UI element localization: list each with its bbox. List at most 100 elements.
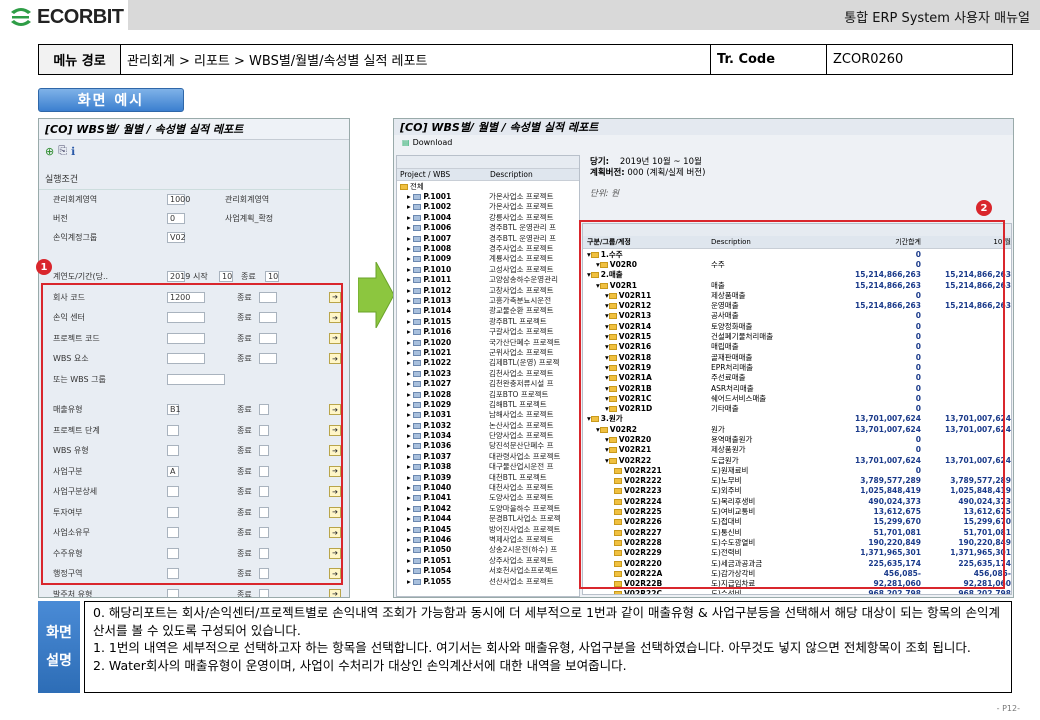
grid-row[interactable]: V02R22C 도)수선비 968,202,798 968,202,798 <box>583 589 1011 594</box>
tree-node-id: P.1022 <box>423 358 452 368</box>
project-icon <box>413 401 422 408</box>
tree-row[interactable]: ▸ P.1032 논산사업소 프로젝트 <box>397 420 579 430</box>
tree-node-desc: 경주사업소 프로젝트 <box>489 244 554 254</box>
tree-row[interactable]: ▸ P.1051 상주사업소 프로젝트 <box>397 555 579 565</box>
tree-row[interactable]: ▸ P.1039 대천BTL 프로젝트 <box>397 472 579 482</box>
tcode-value: ZCOR0260 <box>833 52 904 67</box>
tree-row[interactable]: ▸ P.1050 상송2시운전(하수) 프 <box>397 545 579 555</box>
tree-row[interactable]: ▸ P.1044 문경BTL사업소 프로젝 <box>397 514 579 524</box>
tree-node-id: P.1015 <box>423 316 452 326</box>
project-icon <box>413 412 422 419</box>
tree-node: ▸ P.1022 <box>407 358 452 368</box>
description-line-2: 2. Water회사의 매출유형이 운영이며, 사업이 수처리가 대상인 손익계… <box>93 657 627 673</box>
variant-icon[interactable]: ⎘ <box>58 144 67 158</box>
tree-node: ▸ P.1041 <box>407 493 452 503</box>
tree-row[interactable]: ▸ P.1031 남해사업소 프로젝트 <box>397 410 579 420</box>
select-field-label: 발주처 유형 <box>53 589 93 598</box>
tree-row[interactable]: ▸ P.1015 광주BTL 프로젝트 <box>397 316 579 326</box>
tree-row[interactable]: ▸ P.1038 대구물산업시운전 프 <box>397 462 579 472</box>
project-icon <box>413 464 422 471</box>
execute-icon[interactable]: ⊕ <box>45 145 54 158</box>
tree-row[interactable]: ▸ P.1008 경주사업소 프로젝트 <box>397 243 579 253</box>
project-icon <box>413 453 422 460</box>
tree-row[interactable]: ▸ P.1013 고흥가축분뇨시운전 <box>397 295 579 305</box>
tree-row[interactable]: ▸ P.1042 도양마을하수 프로젝트 <box>397 503 579 513</box>
field-desc: 사업계획_확정 <box>225 214 274 223</box>
tree-row[interactable]: ▸ P.1011 고양삼송하수운영관리 <box>397 275 579 285</box>
select-field-to[interactable] <box>259 588 269 597</box>
tree-row[interactable]: ▸ P.1014 광교물순환 프로젝트 <box>397 306 579 316</box>
tree-node: ▸ P.1038 <box>407 462 452 472</box>
download-icon: ▤ <box>402 137 410 147</box>
arrow-right-icon <box>358 262 394 328</box>
tree-node-desc: 대천사업소 프로젝트 <box>489 483 554 493</box>
field-input[interactable]: V02 <box>167 232 186 243</box>
tree-row[interactable]: ▸ P.1020 국가산단폐수 프로젝트 <box>397 337 579 347</box>
multiple-selection-icon[interactable]: ➔ <box>329 588 341 597</box>
tree-root[interactable]: 전체 <box>397 181 579 191</box>
project-icon <box>413 391 422 398</box>
tree-row[interactable]: ▸ P.1016 구갈사업소 프로젝트 <box>397 326 579 336</box>
tree-row[interactable]: ▸ P.1004 강릉사업소 프로젝트 <box>397 212 579 222</box>
field-input-2[interactable]: 10 <box>219 271 233 282</box>
folder-icon <box>614 591 622 594</box>
tree-node-id: P.1012 <box>423 285 452 295</box>
tree-node-id: P.1037 <box>423 451 452 461</box>
tree-node-id: P.1029 <box>423 399 452 409</box>
field-input[interactable]: 2019 <box>167 271 190 282</box>
tree-row[interactable]: ▸ P.1045 방어진사업소 프로젝트 <box>397 524 579 534</box>
tree-row[interactable]: ▸ P.1055 선산사업소 프로젝트 <box>397 576 579 586</box>
tree-row[interactable]: ▸ P.1028 김포BTO 프로젝트 <box>397 389 579 399</box>
tree-node: ▸ P.1014 <box>407 306 452 316</box>
description-label: 화면 설명 <box>38 601 80 693</box>
tree-row[interactable]: ▸ P.1029 김해BTL 프로젝트 <box>397 399 579 409</box>
tree-row[interactable]: ▸ P.1002 가온사업소 프로젝트 <box>397 202 579 212</box>
project-icon <box>413 277 422 284</box>
tree-node-id: P.1001 <box>423 192 452 202</box>
tree-row[interactable]: ▸ P.1027 김천완충저류시설 프 <box>397 378 579 388</box>
tree-node-desc: 남해사업소 프로젝트 <box>489 410 554 420</box>
tree-node: ▸ P.1021 <box>407 347 452 357</box>
tree-node-id: P.1028 <box>423 389 452 399</box>
project-icon <box>413 505 422 512</box>
tree-row[interactable]: ▸ P.1034 단양사업소 프로젝트 <box>397 430 579 440</box>
field-input-3[interactable]: 10 <box>265 271 279 282</box>
tree-row[interactable]: ▸ P.1036 당진석문산단폐수 프 <box>397 441 579 451</box>
tree-node: ▸ P.1054 <box>407 566 452 576</box>
tree-node-desc: 군위사업소 프로젝트 <box>489 347 554 357</box>
report-info: 당기: 2019년 10월 ~ 10월 계획버전: 000 (계획/실제 버전)… <box>590 157 705 200</box>
select-field-to-label: 종료 <box>237 589 252 598</box>
tree-node-desc: 당진석문산단폐수 프 <box>489 441 554 451</box>
tree-node-id: P.1007 <box>423 233 452 243</box>
select-field-from[interactable] <box>167 588 179 597</box>
tree-node-desc: 김천완충저류시설 프 <box>489 379 554 389</box>
tree-row[interactable]: ▸ P.1007 경주BTL 운영관리 프 <box>397 233 579 243</box>
tree-row[interactable]: ▸ P.1054 서호천사업소프로젝트 <box>397 565 579 575</box>
tree-row[interactable]: ▸ P.1037 대관령사업소 프로젝트 <box>397 451 579 461</box>
tree-row[interactable]: ▸ P.1001 가온사업소 프로젝트 <box>397 191 579 201</box>
tree-node-desc: 대구물산업시운전 프 <box>489 462 554 472</box>
field-input[interactable]: 0 <box>167 213 185 224</box>
tree-row[interactable]: ▸ P.1021 군위사업소 프로젝트 <box>397 347 579 357</box>
tree-node: ▸ P.1008 <box>407 244 452 254</box>
left-section-header: 실행조건 <box>39 168 349 190</box>
tree-row[interactable]: ▸ P.1040 대천사업소 프로젝트 <box>397 482 579 492</box>
tree-node-desc: 도양사업소 프로젝트 <box>489 493 554 503</box>
field-input[interactable]: 1000 <box>167 194 190 205</box>
tree-row[interactable]: ▸ P.1041 도양사업소 프로젝트 <box>397 493 579 503</box>
tree-row[interactable]: ▸ P.1046 벽제사업소 프로젝트 <box>397 534 579 544</box>
tree-node: ▸ P.1006 <box>407 223 452 233</box>
info-icon[interactable]: ℹ <box>71 145 75 158</box>
period-label: 당기: <box>590 157 610 167</box>
tree-row[interactable]: ▸ P.1010 고성사업소 프로젝트 <box>397 264 579 274</box>
tree-node-id: P.1036 <box>423 441 452 451</box>
tree-node: ▸ P.1029 <box>407 399 452 409</box>
download-button[interactable]: ▤ Download <box>394 135 1013 149</box>
project-icon <box>413 256 422 263</box>
tree-row[interactable]: ▸ P.1009 계룡사업소 프로젝트 <box>397 254 579 264</box>
tree-node: ▸ P.1050 <box>407 545 452 555</box>
tree-row[interactable]: ▸ P.1023 김천사업소 프로젝트 <box>397 368 579 378</box>
tree-row[interactable]: ▸ P.1006 경주BTL 운영관리 프 <box>397 223 579 233</box>
tree-row[interactable]: ▸ P.1012 고창사업소 프로젝트 <box>397 285 579 295</box>
tree-row[interactable]: ▸ P.1022 김제BTL(운영) 프로젝 <box>397 358 579 368</box>
